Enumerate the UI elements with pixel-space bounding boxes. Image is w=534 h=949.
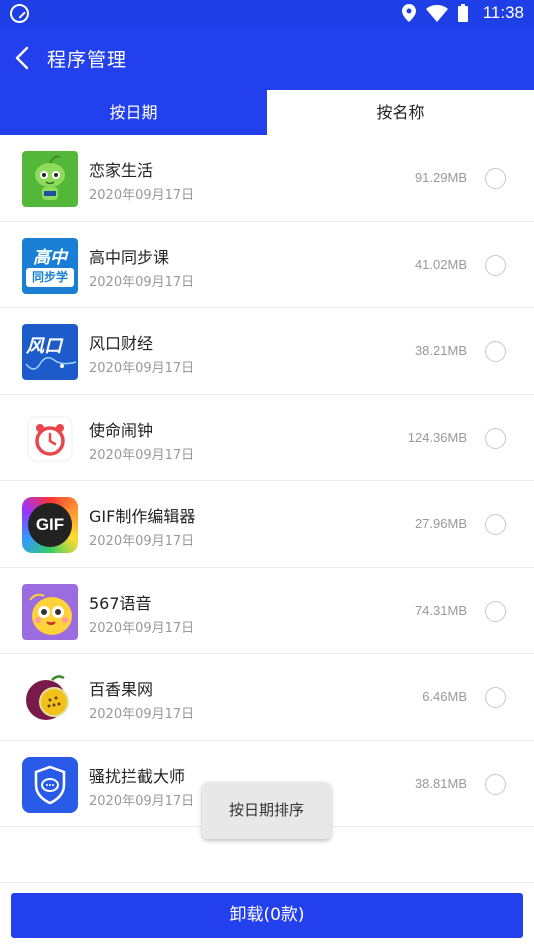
sort-toast: 按日期排序 — [202, 782, 331, 839]
app-name: 恋家生活 — [89, 161, 154, 180]
select-radio[interactable] — [485, 427, 506, 449]
app-date: 2020年09月17日 — [89, 361, 195, 376]
tab-by-date[interactable]: 按日期 — [0, 90, 267, 135]
gaozhong-tongbuxue-icon: 高中 同步学 — [22, 237, 78, 294]
back-arrow-icon[interactable] — [10, 44, 38, 72]
app-date: 2020年09月17日 — [89, 188, 195, 203]
clock: 11:38 — [482, 3, 524, 22]
list-item[interactable]: 使命闹钟 2020年09月17日 124.36MB — [0, 395, 534, 481]
app-size: 41.02MB — [414, 256, 467, 272]
app-name: 骚扰拦截大师 — [89, 766, 186, 786]
app-list: 恋家生活 2020年09月17日 91.29MB 高中 同步学 高中同步课 20… — [0, 135, 534, 827]
list-item[interactable]: 高中 同步学 高中同步课 2020年09月17日 41.02MB — [0, 222, 534, 308]
list-item[interactable]: 百香果网 2020年09月17日 6.46MB — [0, 654, 534, 741]
app-name: 高中同步课 — [89, 247, 170, 267]
shield-chat-icon — [22, 756, 78, 813]
app-date: 2020年09月17日 — [89, 447, 195, 463]
app-date: 2020年09月17日 — [89, 534, 195, 549]
battery-icon — [458, 4, 468, 22]
app-name: 风口财经 — [89, 334, 154, 353]
status-bar: 11:38 — [0, 0, 534, 27]
app-name: 567语音 — [89, 593, 152, 613]
passion-fruit-icon — [22, 670, 78, 726]
list-item[interactable]: GIF GIF制作编辑器 2020年09月17日 27.96MB — [0, 481, 534, 568]
wifi-icon — [426, 4, 448, 22]
app-name: 百香果网 — [89, 680, 154, 699]
divider — [0, 882, 534, 883]
select-radio[interactable] — [485, 600, 506, 622]
app-size: 27.96MB — [414, 516, 467, 531]
status-icons — [402, 4, 468, 22]
rocket-notification-icon — [10, 4, 29, 23]
app-name: 使命闹钟 — [89, 420, 154, 440]
fengkou-icon: 风口 — [22, 324, 78, 380]
app-name: GIF制作编辑器 — [89, 507, 196, 526]
select-radio[interactable] — [485, 773, 506, 795]
select-radio[interactable] — [485, 514, 506, 535]
list-item[interactable]: 恋家生活 2020年09月17日 91.29MB — [0, 135, 534, 222]
app-date: 2020年09月17日 — [89, 707, 195, 722]
app-date: 2020年09月17日 — [89, 274, 195, 290]
gif-icon: GIF — [22, 497, 78, 553]
sort-tabs: 按日期 按名称 — [0, 90, 534, 135]
select-radio[interactable] — [485, 168, 506, 189]
green-mascot-icon — [22, 151, 78, 207]
app-date: 2020年09月17日 — [89, 793, 195, 809]
icon-text: 同步学 — [26, 267, 74, 287]
location-pin-icon — [402, 4, 416, 22]
uninstall-button[interactable]: 卸载(0款) — [11, 893, 523, 938]
select-radio[interactable] — [485, 687, 506, 708]
tab-by-name[interactable]: 按名称 — [267, 90, 534, 135]
app-size: 6.46MB — [422, 689, 467, 704]
app-date: 2020年09月17日 — [89, 620, 195, 636]
select-radio[interactable] — [485, 254, 506, 276]
alarm-clock-icon — [22, 410, 78, 467]
app-size: 38.21MB — [414, 343, 467, 358]
app-size: 91.29MB — [414, 170, 467, 185]
app-header: 程序管理 — [0, 27, 534, 90]
list-item[interactable]: 风口 风口财经 2020年09月17日 38.21MB — [0, 308, 534, 395]
app-size: 74.31MB — [414, 602, 467, 618]
list-item[interactable]: 567语音 2020年09月17日 74.31MB — [0, 568, 534, 654]
app-size: 38.81MB — [414, 775, 467, 791]
app-size: 124.36MB — [407, 429, 467, 445]
select-radio[interactable] — [485, 341, 506, 362]
icon-text: 高中 — [33, 247, 67, 268]
page-title: 程序管理 — [47, 49, 128, 71]
yellow-mascot-icon — [22, 583, 78, 640]
icon-text: GIF — [28, 503, 72, 547]
